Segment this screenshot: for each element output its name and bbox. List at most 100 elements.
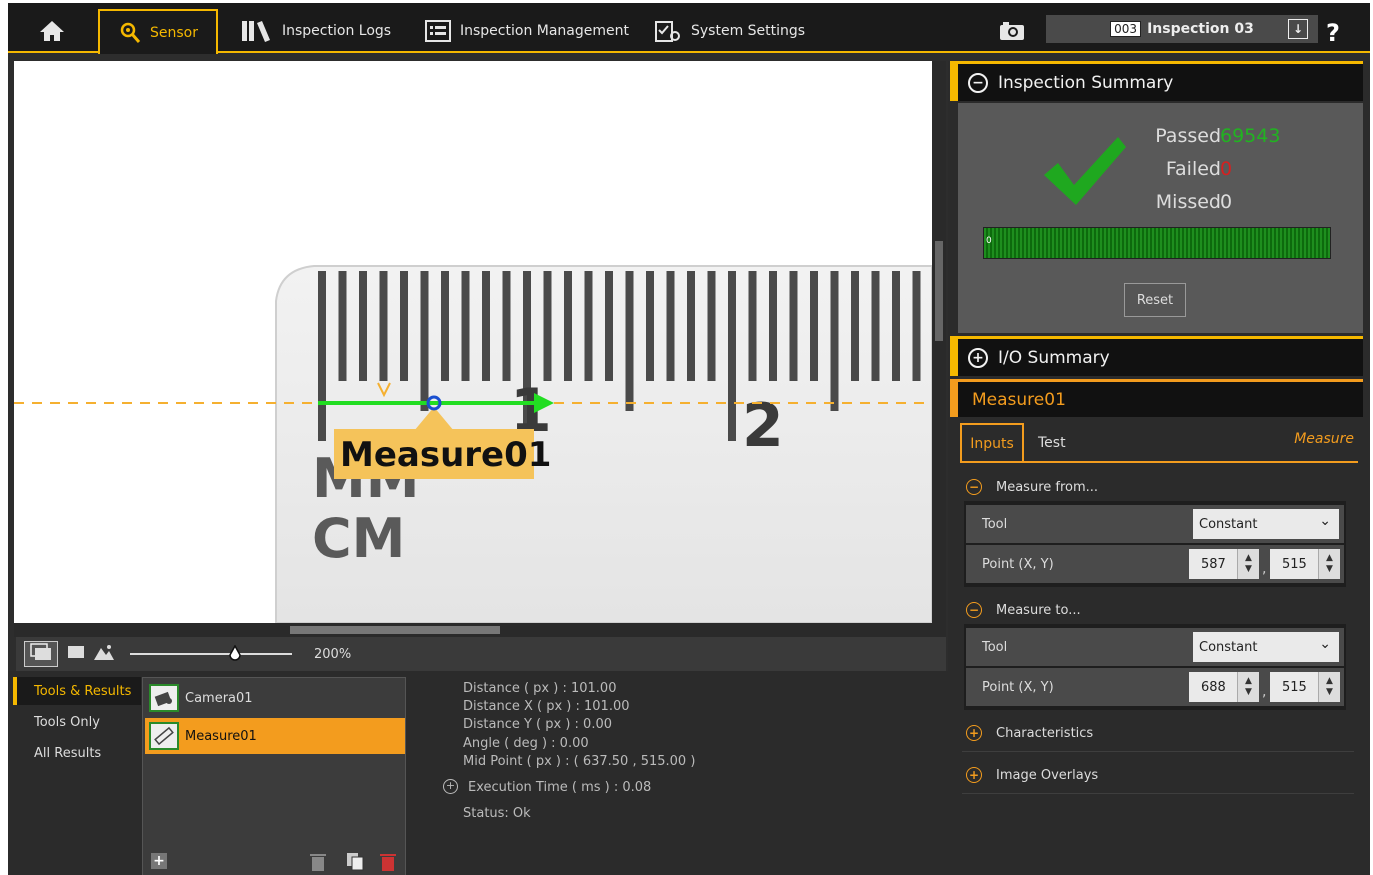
trash-icon[interactable] [309,852,327,875]
tool-name: Measure01 [185,728,257,744]
pass-bar-marker: 0 [986,236,992,246]
spinner-icon[interactable]: ▲ ▼ [1237,672,1259,702]
expand-exec-time-icon[interactable]: + [443,779,458,794]
characteristics-title: Characteristics [996,725,1094,741]
divider [962,793,1354,794]
delete-red-icon[interactable] [379,852,397,875]
zoom-slider-track[interactable] [130,653,292,655]
measure-to-tool-select[interactable]: Constant ⌄ [1193,632,1339,662]
image-viewer[interactable]: 1 2 MM CM Measure01 [14,61,932,623]
collapse-icon: − [968,72,988,93]
help-button[interactable]: ? [1326,13,1340,53]
tab-inspection-logs[interactable]: Inspection Logs [240,11,391,51]
filter-all-results[interactable]: All Results [13,739,141,767]
spinner-icon[interactable]: ▲ ▼ [1318,672,1340,702]
spinner-icon[interactable]: ▲ ▼ [1318,549,1340,579]
tab-system-settings[interactable]: System Settings [653,11,805,51]
zoom-slider-handle[interactable] [228,644,242,663]
tab-inspection-logs-label: Inspection Logs [282,23,392,39]
inspection-name: Inspection 03 [1147,21,1254,37]
result-distance: Distance ( px ) : 101.00 [463,681,617,696]
tool-item-camera01[interactable]: Camera01 [145,680,405,716]
ruler-tick [892,271,900,381]
top-bar: Sensor Inspection Logs Inspection Manage… [8,3,1370,54]
copy-icon[interactable] [345,851,365,875]
tab-test[interactable]: Test [1038,435,1066,451]
measure-to-y-input[interactable]: 515 ▲ ▼ [1270,672,1340,702]
ruler-tick [851,271,859,381]
measure-tool-icon [149,722,179,750]
fit-view-button[interactable] [24,641,58,667]
filter-tools-results[interactable]: Tools & Results [13,677,141,705]
ruler-tick [912,271,921,381]
ruler-tick [687,271,695,381]
characteristics-header[interactable]: + Characteristics [966,725,1093,741]
vertical-scroll-thumb[interactable] [935,241,943,341]
camera-trigger-button[interactable] [998,11,1032,51]
measure-to-tool-row: Tool Constant ⌄ [966,628,1344,666]
ruler-tick [707,271,716,381]
books-icon [240,19,274,43]
measure-overlay-label[interactable]: Measure01 [340,435,551,475]
tool-type-label: Measure [1294,431,1354,447]
tool-name: Camera01 [185,690,253,706]
tab-sensor[interactable]: Sensor [98,9,218,54]
ruler-tick [359,271,367,381]
ruler-tick [482,271,490,381]
image-view-button[interactable] [92,641,116,667]
passed-count: 69543 [1220,125,1281,147]
add-tool-icon[interactable]: + [151,853,167,869]
tab-inputs[interactable]: Inputs [960,423,1024,463]
measure-from-x-input[interactable]: 587 ▲ ▼ [1189,549,1259,579]
result-mid-point: Mid Point ( px ) : ( 637.50 , 515.00 ) [463,754,696,769]
select-value: Constant [1199,639,1258,655]
horizontal-scrollbar[interactable] [14,623,946,637]
tool-item-measure01[interactable]: Measure01 [145,718,405,754]
home-button[interactable] [36,11,76,51]
spinner-icon[interactable]: ▲ ▼ [1237,549,1259,579]
camera-tool-icon [149,684,179,712]
measure-from-title: Measure from... [996,479,1099,495]
tab-inspection-management[interactable]: Inspection Management [424,11,629,51]
ruler-tick [830,271,839,411]
inspection-selector[interactable]: 003 Inspection 03 ↓ [1046,15,1318,43]
vertical-scrollbar[interactable] [932,61,946,623]
tab-sensor-label: Sensor [150,24,198,41]
ruler-tick [461,271,470,381]
tool-list: Camera01 Measure01 + [142,677,406,875]
single-view-button[interactable] [64,641,88,667]
measure-from-y-input[interactable]: 515 ▲ ▼ [1270,549,1340,579]
collapse-icon: − [966,479,982,495]
x-value: 688 [1201,679,1226,695]
mountain-image-icon [93,643,115,665]
ruler-tick [379,271,388,381]
ruler-tick [564,271,572,381]
image-overlays-title: Image Overlays [996,767,1099,783]
inspection-summary-header[interactable]: − Inspection Summary [950,61,1363,101]
tab-system-settings-label: System Settings [691,23,806,39]
ruler-tick [789,271,798,381]
measure-from-header[interactable]: − Measure from... [966,479,1098,495]
ruler-number-2: 2 [742,391,784,461]
measure-from-tool-select[interactable]: Constant ⌄ [1193,509,1339,539]
pass-checkmark-icon [1044,137,1126,205]
point-label: Point (X, Y) [982,679,1054,695]
zoom-toolbar: 200% [16,637,946,671]
download-arrow-icon[interactable]: ↓ [1288,19,1308,39]
filter-tools-only[interactable]: Tools Only [13,708,141,736]
clipboard-gear-icon [653,19,683,43]
measure-to-x-input[interactable]: 688 ▲ ▼ [1189,672,1259,702]
comma-separator: , [1262,684,1267,700]
expand-icon: + [966,767,982,783]
measure-to-point-row: Point (X, Y) 688 ▲ ▼ , 515 ▲ ▼ [966,668,1344,706]
failed-label: Failed [1165,158,1221,180]
image-overlays-header[interactable]: + Image Overlays [966,767,1098,783]
horizontal-scroll-thumb[interactable] [290,626,500,634]
inspection-summary-title: Inspection Summary [998,72,1174,93]
io-summary-header[interactable]: + I/O Summary [950,336,1363,376]
ruler-tick [502,271,511,381]
measure-to-header[interactable]: − Measure to... [966,602,1081,618]
ruler-image: 1 2 MM CM [14,265,932,623]
reset-button[interactable]: Reset [1124,283,1186,317]
ruler-tick [584,271,593,381]
